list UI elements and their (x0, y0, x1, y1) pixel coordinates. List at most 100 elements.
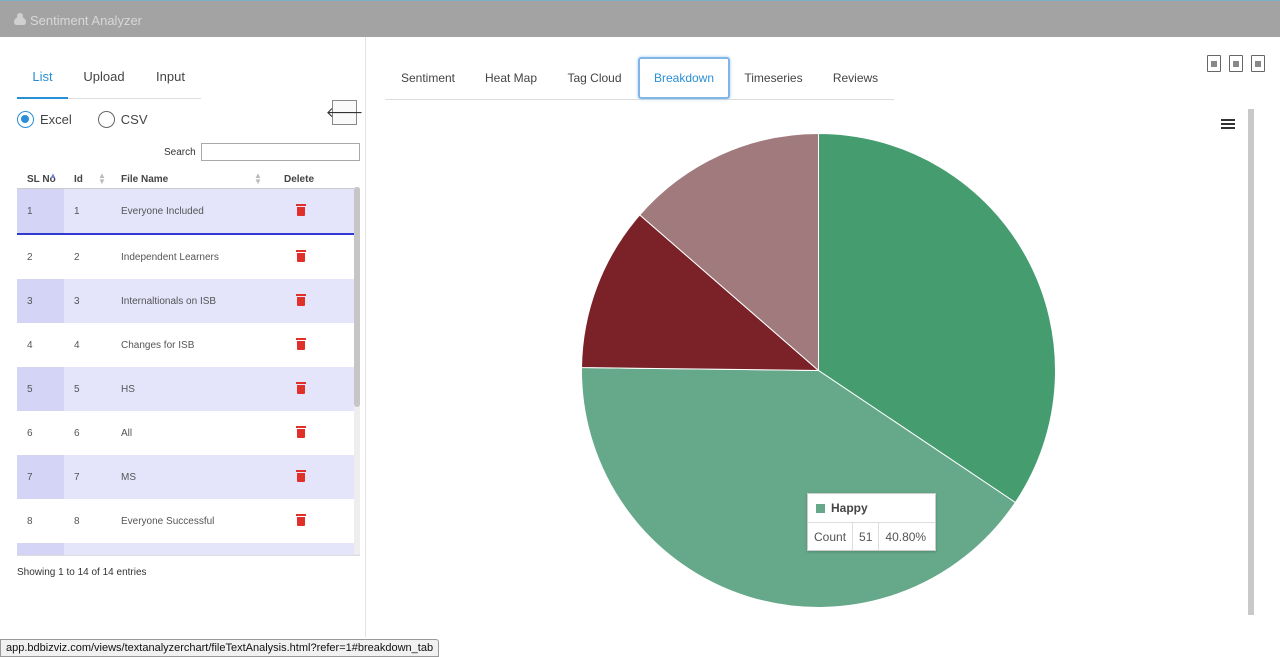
sort-both-icon: ▲ ▼ (254, 171, 262, 186)
radio-csv-indicator[interactable] (97, 111, 115, 128)
app-title: Sentiment Analyzer (30, 13, 143, 28)
radio-excel-indicator[interactable] (17, 111, 34, 128)
cell-file-name: All (121, 427, 133, 439)
cell-delete (274, 381, 344, 397)
cell-sl-no: 6 (27, 427, 33, 439)
sort-both-icon: ▲ ▼ (98, 171, 106, 186)
tab-tag-cloud[interactable]: Tag Cloud (551, 57, 638, 99)
header-id[interactable]: Id ▲ ▼ (64, 170, 111, 188)
tab-reviews[interactable]: Reviews (817, 57, 894, 99)
cloud-icon (14, 12, 26, 25)
export-csv-icon[interactable] (1251, 55, 1265, 72)
files-table: SL No ▲ Id ▲ ▼ File Name ▲ ▼ Delete 1 1 Everyon… (17, 170, 360, 556)
cell-id: 2 (74, 251, 80, 263)
table-scrollbar[interactable] (354, 187, 360, 554)
cell-file-name: HS (121, 383, 135, 395)
table-row[interactable] (17, 543, 360, 555)
tooltip-row: Count 51 40.80% (808, 522, 935, 550)
tooltip-percent: 40.80% (885, 529, 927, 544)
file-type-radios: Excel CSV (17, 111, 148, 128)
tab-sentiment[interactable]: Sentiment (385, 57, 471, 99)
left-tabs: List Upload Input (17, 63, 201, 99)
trash-icon[interactable] (296, 337, 306, 350)
cell-id: 1 (74, 205, 80, 217)
top-bar: Sentiment Analyzer (0, 0, 1280, 37)
tooltip-count: 51 (853, 523, 880, 550)
tab-upload[interactable]: Upload (68, 63, 140, 99)
table-row[interactable]: 6 6 All (17, 411, 360, 455)
brand[interactable]: Sentiment Analyzer (14, 12, 143, 28)
trash-icon[interactable] (296, 203, 306, 216)
radio-excel[interactable]: Excel (17, 111, 72, 128)
cell-id: 8 (74, 515, 80, 527)
table-row[interactable]: 2 2 Independent Learners (17, 235, 360, 279)
table-row[interactable]: 4 4 Changes for ISB (17, 323, 360, 367)
analysis-tabs: Sentiment Heat Map Tag Cloud Breakdown T… (385, 57, 894, 100)
cell-id: 3 (74, 295, 80, 307)
cell-sl-no: 5 (17, 367, 64, 411)
cell-file-name: Everyone Included (121, 205, 204, 217)
cell-id: 4 (74, 339, 80, 351)
search-label: Search (164, 147, 196, 158)
header-delete: Delete (284, 174, 315, 185)
right-panel: Sentiment Heat Map Tag Cloud Breakdown T… (366, 37, 1280, 637)
table-row[interactable]: 1 1 Everyone Included (17, 189, 360, 235)
cell-sl-no (17, 543, 64, 555)
cell-file-name: Independent Learners (121, 251, 219, 263)
cell-id: 5 (74, 383, 80, 395)
search-input[interactable] (201, 143, 360, 161)
cell-delete (274, 249, 344, 265)
list-menu-icon[interactable] (1221, 119, 1235, 131)
header-file-name[interactable]: File Name ▲ ▼ (111, 170, 274, 188)
tab-input[interactable]: Input (140, 63, 201, 99)
chart-scrollbar[interactable] (1248, 109, 1254, 615)
cell-sl-no: 3 (17, 279, 64, 323)
chart-tooltip: Happy Count 51 40.80% (807, 493, 936, 551)
trash-icon[interactable] (296, 249, 306, 262)
tab-timeseries[interactable]: Timeseries (730, 57, 817, 99)
cell-delete (274, 469, 344, 485)
header-sl-no[interactable]: SL No ▲ (17, 170, 64, 188)
table-row[interactable]: 7 7 MS (17, 455, 360, 499)
tooltip-swatch (816, 503, 825, 513)
tab-heat-map[interactable]: Heat Map (471, 57, 551, 99)
table-scrollbar-thumb[interactable] (354, 187, 360, 407)
back-button[interactable]: 🡐 (326, 100, 363, 125)
table-header: SL No ▲ Id ▲ ▼ File Name ▲ ▼ Delete (17, 170, 360, 189)
cell-sl-no: 4 (27, 339, 33, 351)
radio-excel-label: Excel (40, 112, 72, 127)
table-row[interactable]: 3 3 Internaltionals on ISB (17, 279, 360, 323)
arrow-left-icon: 🡐 (325, 104, 364, 120)
trash-icon[interactable] (296, 381, 306, 394)
cell-id: 6 (74, 427, 80, 439)
cell-file-name: Changes for ISB (121, 339, 195, 351)
tooltip-label: Count (808, 523, 854, 550)
cell-file-name: Everyone Successful (121, 515, 215, 527)
cell-file-name: Internaltionals on ISB (121, 295, 217, 307)
table-row[interactable]: 5 5 HS (17, 367, 360, 411)
cell-delete (274, 337, 344, 353)
export-image-icon[interactable] (1207, 55, 1221, 72)
table-info: Showing 1 to 14 of 14 entries (17, 567, 147, 578)
trash-icon[interactable] (296, 293, 306, 306)
trash-icon[interactable] (296, 513, 306, 526)
tab-list[interactable]: List (17, 63, 68, 99)
export-excel-icon[interactable] (1229, 55, 1243, 72)
radio-csv[interactable]: CSV (97, 111, 148, 128)
cell-sl-no: 8 (27, 515, 33, 527)
sort-asc-icon: ▲ (49, 171, 57, 180)
trash-icon[interactable] (296, 469, 306, 482)
cell-delete (274, 425, 344, 441)
table-body: 1 1 Everyone Included 2 2 Independent Learner… (17, 189, 360, 555)
left-panel: List Upload Input Excel CSV 🡐 Search SL … (0, 37, 366, 637)
radio-csv-label: CSV (120, 112, 148, 127)
cell-sl-no: 2 (27, 251, 33, 263)
tooltip-series: Happy (831, 501, 868, 515)
table-row[interactable]: 8 8 Everyone Successful (17, 499, 360, 543)
tooltip-header: Happy (808, 494, 935, 522)
cell-delete (274, 293, 344, 309)
cell-delete (274, 513, 344, 529)
trash-icon[interactable] (296, 425, 306, 438)
tab-breakdown[interactable]: Breakdown (638, 57, 730, 99)
cell-delete (274, 203, 344, 219)
